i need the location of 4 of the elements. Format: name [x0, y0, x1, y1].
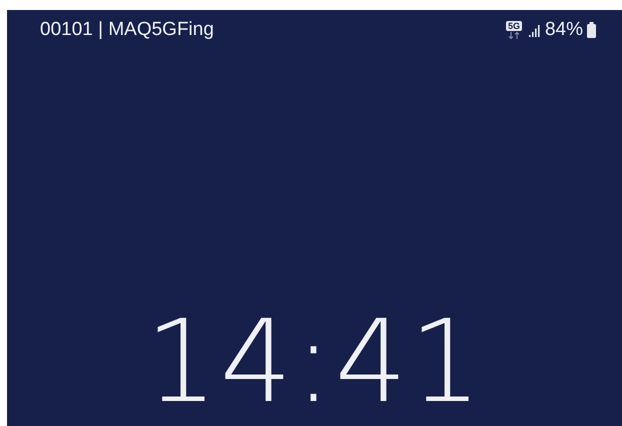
network-type-badge: 5G [506, 20, 522, 30]
clock-time: 14:41 [145, 302, 484, 422]
battery-percent: 84% [544, 18, 583, 40]
carrier-label: 00101 | MAQ5GFing [40, 18, 214, 40]
